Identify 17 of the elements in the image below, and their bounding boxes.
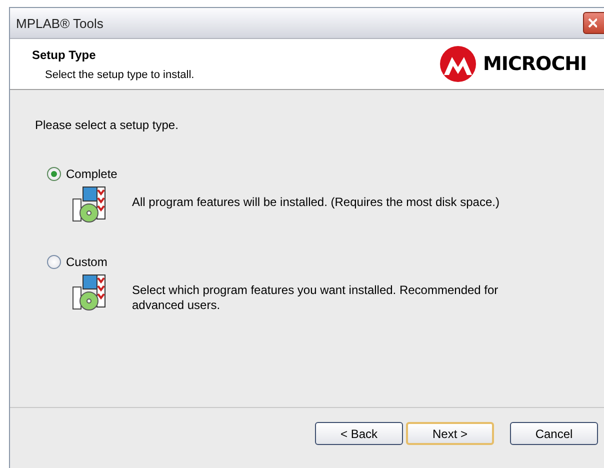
instruction-text: Please select a setup type. xyxy=(35,118,180,132)
radio-button[interactable]: Complete xyxy=(47,167,118,181)
option-description: Select which program features you want installed. Recommended for advanced users. xyxy=(132,282,500,313)
wizard-button[interactable]: < Back xyxy=(315,422,403,445)
window-title: MPLAB® Tools xyxy=(15,16,104,30)
radio-button[interactable]: Custom xyxy=(47,255,108,269)
page-title: Setup Type xyxy=(32,48,97,62)
wizard-button[interactable]: Next > xyxy=(406,422,494,445)
option-description: All program features will be installed. (Requires the most disk space.) xyxy=(132,194,500,210)
page-subtitle: Select the setup type to install. xyxy=(44,68,194,80)
logo-icon xyxy=(439,45,477,83)
logo-text: MICROCHI xyxy=(483,53,587,75)
wizard-button[interactable]: Cancel xyxy=(510,422,598,445)
close-button[interactable] xyxy=(583,12,604,34)
installer-icon xyxy=(71,273,107,311)
close-icon xyxy=(587,17,597,29)
installer-icon xyxy=(71,185,107,223)
